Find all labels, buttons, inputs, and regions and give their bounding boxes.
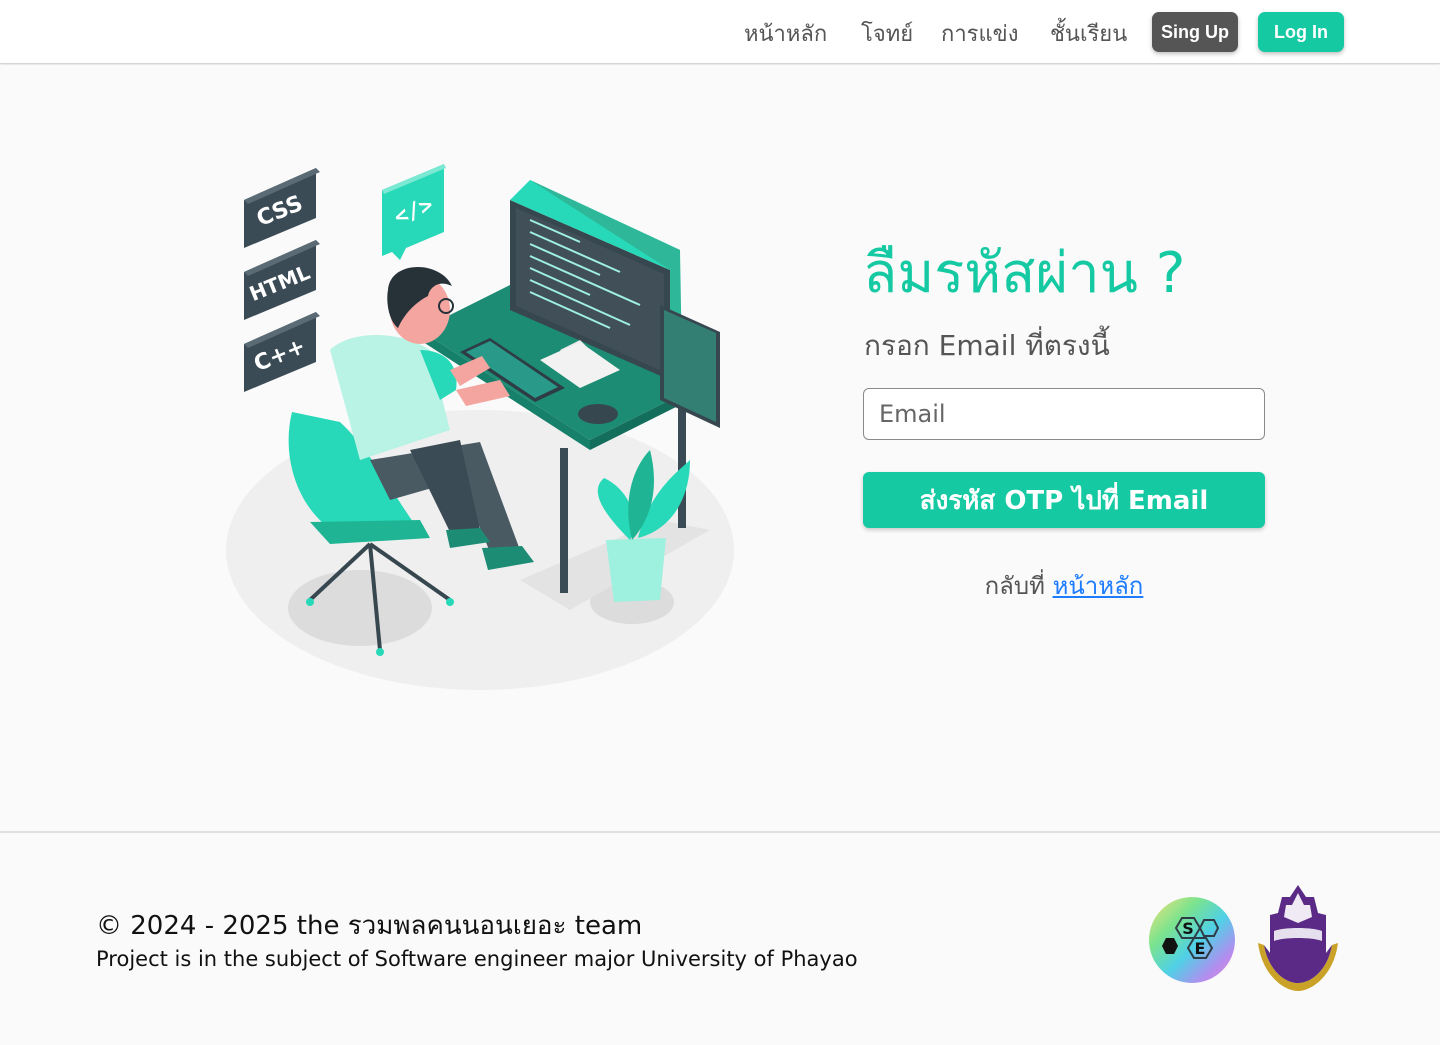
nav-link-contests[interactable]: การแข่ง [941, 16, 1018, 51]
login-button[interactable]: Log In [1258, 12, 1344, 52]
nav-link-problems[interactable]: โจทย์ [861, 16, 913, 51]
top-navbar: หน้าหลัก โจทย์ การแข่ง ชั้นเรียน Sing Up… [0, 0, 1440, 64]
svg-text:S: S [1182, 919, 1194, 938]
send-otp-button[interactable]: ส่งรหัส OTP ไปที่ Email [863, 472, 1265, 528]
svg-text:E: E [1195, 939, 1206, 958]
cpp-badge: C++ [244, 312, 320, 392]
signup-button[interactable]: Sing Up [1152, 12, 1238, 52]
nav-link-home[interactable]: หน้าหลัก [744, 16, 827, 51]
code-bubble-icon: </> [382, 164, 446, 260]
footer: © 2024 - 2025 the รวมพลคนนอนเยอะ team Pr… [0, 831, 1440, 1045]
email-prompt: กรอก Email ที่ตรงนี้ [864, 329, 1110, 362]
email-input[interactable] [863, 388, 1265, 440]
project-description: Project is in the subject of Software en… [96, 947, 858, 971]
back-prefix: กลับที่ [984, 572, 1045, 600]
css-badge: CSS [244, 168, 320, 248]
copyright-text: © 2024 - 2025 the รวมพลคนนอนเยอะ team [96, 911, 643, 941]
university-logo [1258, 885, 1338, 991]
page-title: ลืมรหัสผ่าน ? [863, 241, 1186, 306]
back-home-link[interactable]: หน้าหลัก [1053, 572, 1144, 600]
se-logo: S E [1149, 897, 1235, 983]
developer-illustration: CSS HTML C++ </> [226, 164, 734, 690]
html-badge: HTML [244, 240, 320, 320]
back-to-home: กลับที่ หน้าหลัก [863, 566, 1265, 605]
nav-link-classes[interactable]: ชั้นเรียน [1050, 16, 1127, 51]
